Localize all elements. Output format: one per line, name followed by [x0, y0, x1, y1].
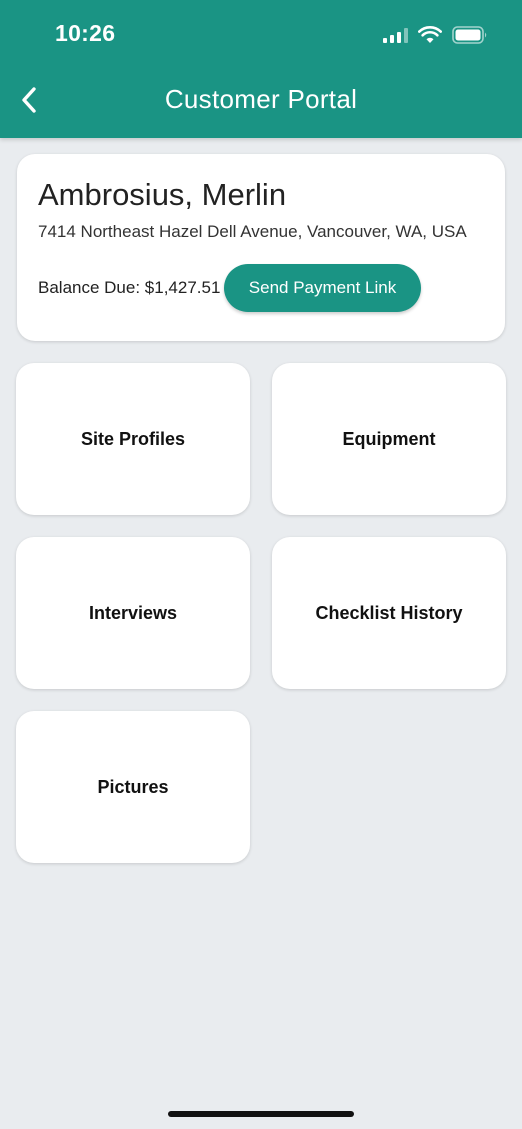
- customer-address: 7414 Northeast Hazel Dell Avenue, Vancou…: [38, 222, 467, 241]
- send-payment-link-button[interactable]: Send Payment Link: [224, 264, 421, 312]
- tile-checklist-history[interactable]: Checklist History: [272, 537, 506, 689]
- tile-label: Pictures: [97, 776, 169, 797]
- tile-equipment[interactable]: Equipment: [272, 363, 506, 515]
- tile-label: Site Profiles: [80, 428, 186, 449]
- page-title: Customer Portal: [164, 84, 358, 114]
- wifi-icon: [418, 26, 442, 44]
- balance-due: Balance Due: $1,427.51: [38, 278, 221, 297]
- tile-label: Checklist History: [315, 602, 463, 623]
- battery-icon: [452, 26, 488, 44]
- tile-interviews[interactable]: Interviews: [16, 537, 250, 689]
- tile-site-profiles[interactable]: Site Profiles: [16, 363, 250, 515]
- tile-label: Equipment: [342, 428, 436, 449]
- customer-name: Ambrosius, Merlin: [38, 177, 287, 212]
- tile-pictures[interactable]: Pictures: [16, 711, 250, 863]
- tile-label: Interviews: [88, 602, 178, 623]
- status-icons: [383, 24, 488, 46]
- status-bar: 10:26: [0, 0, 522, 70]
- status-time: 10:26: [55, 20, 116, 46]
- customer-card: Ambrosius, Merlin 7414 Northeast Hazel D…: [17, 154, 505, 341]
- header: 10:26 Customer Portal: [0, 0, 522, 138]
- home-indicator[interactable]: [168, 1111, 354, 1117]
- cellular-signal-icon: [383, 27, 408, 43]
- app-screen: 10:26 Customer Portal Ambrosius, Merlin …: [0, 0, 522, 1129]
- nav-bar: Customer Portal: [0, 70, 522, 132]
